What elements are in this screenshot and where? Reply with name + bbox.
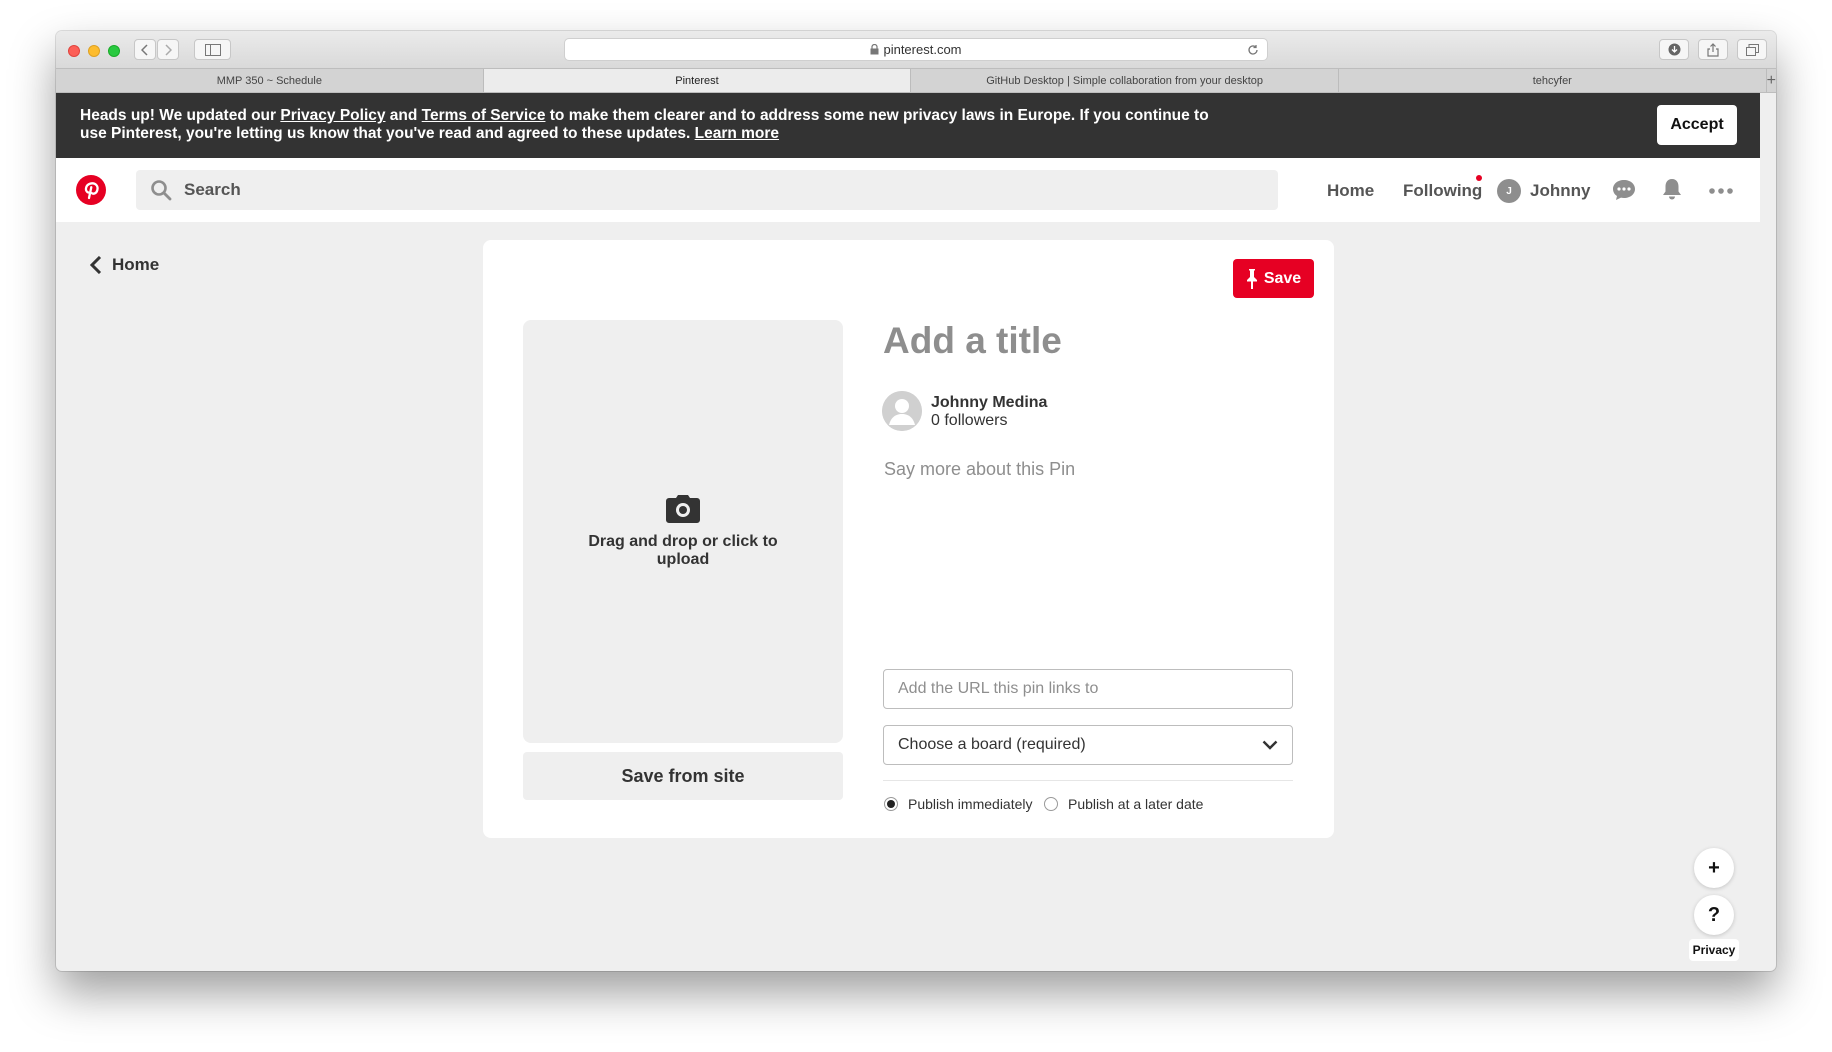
download-icon xyxy=(1668,43,1680,56)
destination-url-input[interactable]: Add the URL this pin links to xyxy=(883,669,1293,709)
pinterest-logo-icon[interactable] xyxy=(76,175,106,205)
default-avatar-icon xyxy=(882,391,922,431)
user-avatar[interactable]: J xyxy=(1497,179,1521,203)
sidebar-icon xyxy=(204,43,221,56)
divider xyxy=(883,780,1293,781)
pin-builder-card: Save Drag and drop or click to upload Sa… xyxy=(483,240,1334,838)
board-select-value: Choose a board (required) xyxy=(898,736,1086,753)
sidebar-toggle-button[interactable] xyxy=(194,39,231,60)
nav-home-link[interactable]: Home xyxy=(1327,181,1374,201)
search-icon xyxy=(151,180,172,201)
publish-later-option[interactable]: Publish at a later date xyxy=(1044,796,1203,812)
reload-icon[interactable] xyxy=(1247,44,1259,56)
tabs-icon xyxy=(1745,43,1759,56)
downloads-button[interactable] xyxy=(1659,39,1689,60)
image-upload-area[interactable]: Drag and drop or click to upload xyxy=(523,320,843,743)
privacy-policy-link[interactable]: Privacy Policy xyxy=(280,107,385,124)
save-from-site-button[interactable]: Save from site xyxy=(523,752,843,800)
address-bar[interactable]: pinterest.com xyxy=(564,38,1268,61)
terms-of-service-link[interactable]: Terms of Service xyxy=(422,107,546,124)
pin-description-input[interactable]: Say more about this Pin xyxy=(884,459,1075,480)
chevron-down-icon xyxy=(1262,740,1278,750)
chevron-right-icon xyxy=(165,43,172,56)
share-icon xyxy=(1707,42,1719,57)
tab-label: tehcyfer xyxy=(1532,74,1572,87)
radio-unselected[interactable] xyxy=(1044,797,1058,811)
tab-label: MMP 350 ~ Schedule xyxy=(216,74,322,87)
board-select-dropdown[interactable]: Choose a board (required) xyxy=(883,725,1293,765)
tab-pinterest[interactable]: Pinterest xyxy=(483,69,912,92)
minimize-window-button[interactable] xyxy=(88,45,100,57)
tab-mmp350[interactable]: MMP 350 ~ Schedule xyxy=(56,69,484,92)
banner-message: Heads up! We updated our Privacy Policy … xyxy=(80,107,1230,143)
save-label: Save xyxy=(1263,269,1302,287)
forward-button[interactable] xyxy=(157,39,179,60)
pushpin-icon xyxy=(1246,268,1257,289)
banner-text-segment: and xyxy=(385,107,422,124)
site-header: Search Home Following J Johnny xyxy=(56,158,1760,222)
privacy-link[interactable]: Privacy xyxy=(1689,939,1739,961)
tab-github-desktop[interactable]: GitHub Desktop | Simple collaboration fr… xyxy=(911,69,1339,92)
camera-icon xyxy=(666,494,700,523)
radio-selected[interactable] xyxy=(884,797,898,811)
tab-tehcyfer[interactable]: tehcyfer xyxy=(1339,69,1767,92)
banner-text-segment: Heads up! We updated our xyxy=(80,107,281,124)
notifications-bell-icon[interactable] xyxy=(1661,177,1683,201)
tab-overview-button[interactable] xyxy=(1737,39,1767,60)
chevron-left-icon xyxy=(90,256,102,274)
new-tab-button[interactable]: + xyxy=(1767,69,1776,92)
search-input[interactable]: Search xyxy=(184,180,241,200)
learn-more-link[interactable]: Learn more xyxy=(695,125,779,142)
nav-following-link[interactable]: Following xyxy=(1403,181,1482,201)
search-bar[interactable]: Search xyxy=(136,170,1278,210)
nav-profile-link[interactable]: Johnny xyxy=(1530,181,1590,201)
pin-title-input[interactable]: Add a title xyxy=(883,320,1062,362)
publish-later-label: Publish at a later date xyxy=(1068,796,1204,812)
close-window-button[interactable] xyxy=(68,45,80,57)
zoom-window-button[interactable] xyxy=(108,45,120,57)
messages-icon[interactable] xyxy=(1612,179,1636,201)
help-button[interactable]: ? xyxy=(1694,895,1734,935)
author-followers: 0 followers xyxy=(931,412,1008,429)
notification-dot xyxy=(1476,175,1482,181)
author-name: Johnny Medina xyxy=(931,394,1048,411)
share-button[interactable] xyxy=(1698,39,1728,60)
more-options-icon[interactable] xyxy=(1709,188,1733,194)
author-avatar xyxy=(882,391,922,431)
tab-bar: MMP 350 ~ Schedule Pinterest GitHub Desk… xyxy=(56,68,1776,93)
address-text: pinterest.com xyxy=(883,42,962,57)
browser-window: pinterest.com MMP 350 ~ Schedule Pintere… xyxy=(56,31,1776,971)
upload-instructions: Drag and drop or click to upload xyxy=(588,532,778,568)
browser-toolbar: pinterest.com xyxy=(56,31,1776,68)
publish-immediately-label: Publish immediately xyxy=(908,796,1033,812)
lock-icon xyxy=(870,44,879,55)
back-button[interactable] xyxy=(134,39,156,60)
publish-immediately-option[interactable]: Publish immediately xyxy=(884,796,1033,812)
back-to-home-link[interactable]: Home xyxy=(90,255,159,275)
url-placeholder: Add the URL this pin links to xyxy=(898,680,1099,697)
create-plus-button[interactable]: + xyxy=(1694,848,1734,888)
accept-button[interactable]: Accept xyxy=(1657,105,1737,145)
privacy-update-banner: Heads up! We updated our Privacy Policy … xyxy=(56,93,1760,158)
chevron-left-icon xyxy=(141,43,148,56)
save-pin-button[interactable]: Save xyxy=(1233,259,1314,298)
tab-label: GitHub Desktop | Simple collaboration fr… xyxy=(986,74,1264,87)
tab-label: Pinterest xyxy=(675,74,719,87)
back-label: Home xyxy=(112,255,160,274)
